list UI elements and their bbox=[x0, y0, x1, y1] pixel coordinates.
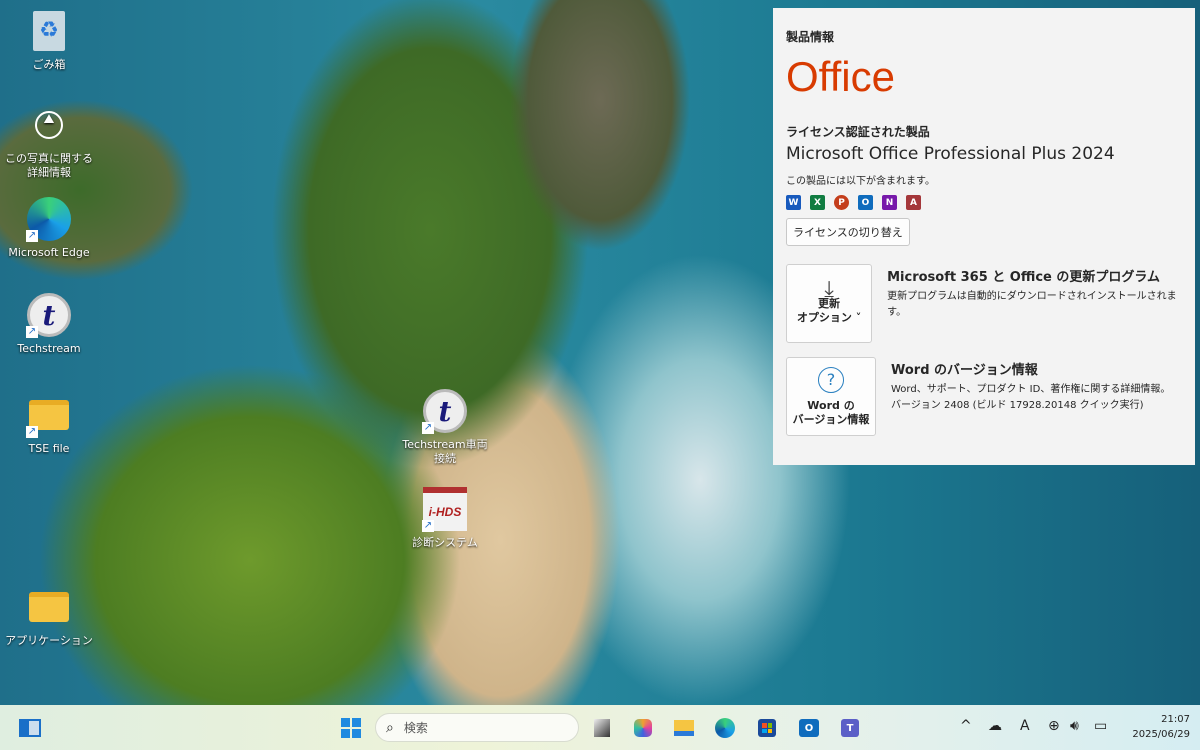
powerpoint-icon: P bbox=[834, 195, 849, 210]
techstream-icon: t ↗ bbox=[26, 292, 72, 338]
product-name: Microsoft Office Professional Plus 2024 bbox=[786, 144, 1115, 164]
version-text: バージョン 2408 (ビルド 17928.20148 クイック実行) bbox=[891, 400, 1144, 411]
licensed-label: ライセンス認証された製品 bbox=[786, 125, 930, 139]
outlook-taskbar-icon[interactable]: O bbox=[796, 715, 822, 741]
search-input[interactable]: ⌕ 検索 bbox=[375, 713, 579, 742]
product-info-panel: 製品情報 Office ライセンス認証された製品 Microsoft Offic… bbox=[773, 8, 1195, 465]
onenote-icon: N bbox=[882, 195, 897, 210]
icon-label: TSE file bbox=[28, 442, 70, 455]
icon-label: この写真に関する詳細情報 bbox=[5, 152, 93, 179]
desktop-icon-edge[interactable]: ↗ Microsoft Edge bbox=[4, 196, 94, 260]
shortcut-arrow-icon: ↗ bbox=[422, 520, 434, 532]
folder-icon: ↗ bbox=[26, 392, 72, 438]
desktop-icon-techstream-connect[interactable]: t ↗ Techstream車両接続 bbox=[400, 388, 490, 466]
clock[interactable]: 21:07 2025/06/29 bbox=[1132, 712, 1190, 742]
about-tile-line2: バージョン情報 bbox=[792, 412, 870, 426]
onedrive-icon[interactable]: ☁ bbox=[988, 718, 1002, 734]
recycle-bin-icon: ♻ bbox=[26, 8, 72, 54]
time: 21:07 bbox=[1161, 714, 1190, 725]
desktop-icon-applications[interactable]: アプリケーション bbox=[4, 584, 94, 648]
update-options-button[interactable]: ⤓ 更新 オプション ˅ bbox=[786, 264, 873, 343]
volume-icon[interactable]: 🔊︎ bbox=[1070, 718, 1079, 734]
search-placeholder: 検索 bbox=[403, 721, 428, 735]
includes-label: この製品には以下が含まれます。 bbox=[786, 176, 935, 187]
outlook-icon: O bbox=[858, 195, 873, 210]
word-icon: W bbox=[786, 195, 801, 210]
task-view-icon[interactable] bbox=[589, 715, 615, 741]
taskbar: ⌕ 検索 O T ^ ☁ A ⊕ 🔊︎ ▭ 21:07 2025/06/29 bbox=[0, 705, 1200, 750]
update-title: Microsoft 365 と Office の更新プログラム bbox=[887, 270, 1161, 285]
desktop-icon-photo-info[interactable]: ⛰ この写真に関する詳細情報 bbox=[4, 102, 94, 180]
icon-label: アプリケーション bbox=[5, 634, 93, 647]
about-title: Word のバージョン情報 bbox=[891, 363, 1038, 378]
start-icon[interactable] bbox=[338, 715, 364, 741]
shortcut-arrow-icon: ↗ bbox=[26, 230, 38, 242]
edge-taskbar-icon[interactable] bbox=[712, 715, 738, 741]
techstream-icon: t ↗ bbox=[422, 388, 468, 434]
switch-license-button[interactable]: ライセンスの切り替え bbox=[786, 218, 910, 246]
update-tile-line1: 更新 bbox=[818, 296, 841, 310]
ime-icon[interactable]: A bbox=[1020, 718, 1030, 734]
access-icon: A bbox=[906, 195, 921, 210]
update-tile-line2: オプション ˅ bbox=[796, 310, 862, 324]
icon-label: Techstream車両接続 bbox=[402, 438, 488, 465]
update-desc: 更新プログラムは自動的にダウンロードされインストールされます。 bbox=[887, 291, 1177, 318]
office-logo: Office bbox=[786, 53, 895, 100]
help-icon: ? bbox=[818, 366, 844, 393]
widgets-icon[interactable] bbox=[17, 715, 43, 741]
ihds-icon: i-HDS ↗ bbox=[422, 486, 468, 532]
about-desc: Word、サポート、プロダクト ID、著作権に関する詳細情報。 bbox=[891, 384, 1171, 395]
folder-icon bbox=[26, 584, 72, 630]
about-tile-line1: Word の bbox=[807, 398, 855, 412]
desktop-icon-recycle-bin[interactable]: ♻ ごみ箱 bbox=[4, 8, 94, 72]
shortcut-arrow-icon: ↗ bbox=[422, 422, 434, 434]
file-explorer-icon[interactable] bbox=[671, 715, 697, 741]
photo-info-icon: ⛰ bbox=[26, 102, 72, 148]
teams-icon[interactable]: T bbox=[837, 715, 863, 741]
update-icon: ⤓ bbox=[824, 276, 834, 302]
shortcut-arrow-icon: ↗ bbox=[26, 326, 38, 338]
icon-label: Techstream bbox=[17, 342, 81, 355]
search-icon: ⌕ bbox=[386, 719, 394, 736]
edge-icon: ↗ bbox=[26, 196, 72, 242]
desktop-icon-diagnostic-system[interactable]: i-HDS ↗ 診断システム bbox=[400, 486, 490, 550]
shortcut-arrow-icon: ↗ bbox=[26, 426, 38, 438]
battery-icon[interactable]: ▭ bbox=[1094, 718, 1107, 734]
icon-label: 診断システム bbox=[412, 536, 478, 549]
store-icon[interactable] bbox=[754, 715, 780, 741]
excel-icon: X bbox=[810, 195, 825, 210]
chevron-up-icon[interactable]: ^ bbox=[960, 718, 972, 734]
icon-label: Microsoft Edge bbox=[8, 246, 90, 259]
app-icons: W X P O N A bbox=[786, 195, 1182, 210]
desktop-icon-tse-file[interactable]: ↗ TSE file bbox=[4, 392, 94, 456]
about-word-button[interactable]: ? Word の バージョン情報 bbox=[786, 357, 876, 436]
date: 2025/06/29 bbox=[1132, 729, 1190, 740]
copilot-icon[interactable] bbox=[630, 715, 656, 741]
icon-label: ごみ箱 bbox=[32, 58, 66, 71]
network-icon[interactable]: ⊕ bbox=[1048, 718, 1060, 734]
desktop-icon-techstream[interactable]: t ↗ Techstream bbox=[4, 292, 94, 356]
panel-heading: 製品情報 bbox=[786, 30, 835, 44]
